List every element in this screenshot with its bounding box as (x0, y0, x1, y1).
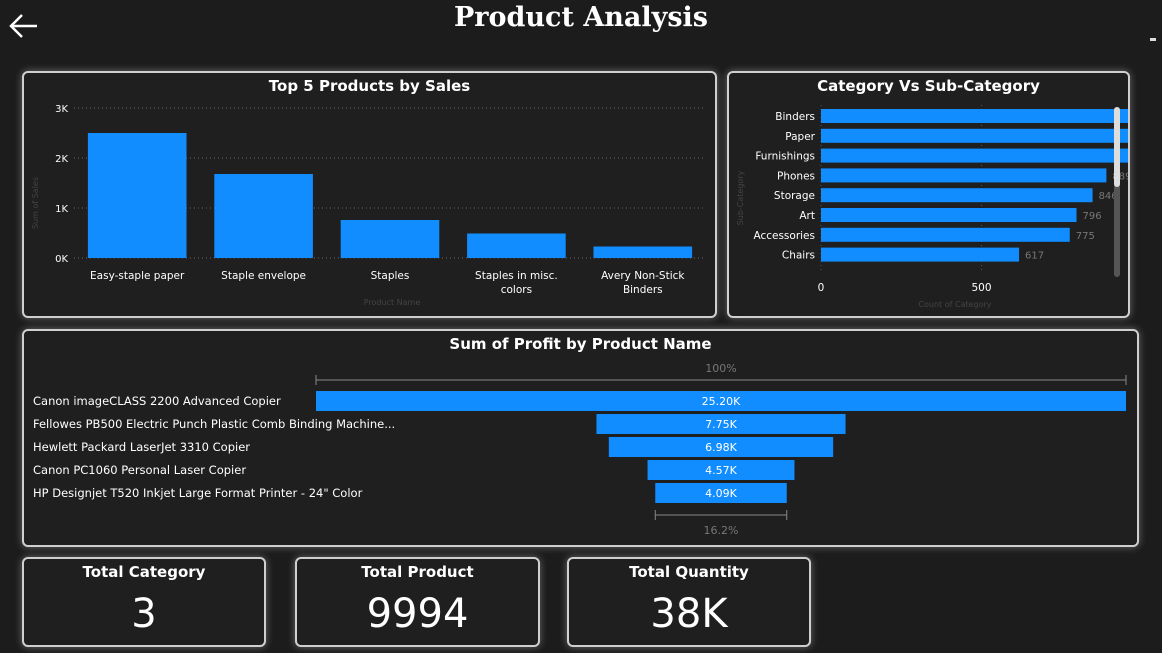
top5-xtick: Staple envelope (221, 270, 306, 282)
category-ytick: Storage (774, 190, 815, 202)
kpi-total-category-title: Total Category (82, 563, 206, 581)
kpi-total-quantity-value: 38K (650, 591, 728, 637)
top5-sales-chart: Sum of Sales Product Name 0K 1K 2K 3K Easy-s… (31, 104, 706, 307)
category-bar (821, 128, 1128, 143)
category-data-label: 796 (1083, 211, 1102, 222)
top5-xtick: colors (501, 284, 532, 296)
top5-xtick: Avery Non-Stick (601, 270, 685, 282)
profit-funnel-chart: 100% 16.2% 25.20K Canon imageCLASS 2200 A… (33, 362, 1127, 537)
category-ytick: Paper (785, 131, 815, 143)
top5-xtick: Staples (371, 270, 410, 282)
category-ytick: Chairs (782, 250, 815, 262)
kpi-total-product[interactable]: Total Product 9994 (295, 557, 540, 647)
category-bar (821, 208, 1077, 222)
top5-xtick: Staples in misc. (475, 270, 558, 282)
top5-ytick: 2K (55, 154, 68, 165)
profit-data-label: 4.09K (705, 487, 737, 500)
top5-bar (467, 233, 566, 258)
profit-category-label: HP Designjet T520 Inkjet Large Format Pr… (33, 486, 363, 500)
category-bar (821, 188, 1093, 203)
top5-ylabel: Sum of Sales (31, 177, 40, 229)
category-ytick: Accessories (753, 230, 815, 242)
top5-xlabel: Product Name (364, 298, 421, 307)
category-ytick: Furnishings (755, 151, 815, 163)
kpi-total-quantity[interactable]: Total Quantity 38K (567, 557, 811, 647)
kpi-total-quantity-title: Total Quantity (629, 563, 749, 581)
top5-ytick: 1K (55, 204, 68, 215)
profit-data-label: 7.75K (705, 418, 737, 431)
category-ytick: Binders (775, 111, 815, 123)
top5-xtick: Easy-staple paper (90, 270, 185, 282)
top5-bar (87, 133, 187, 258)
category-bar (821, 247, 1020, 262)
profit-data-label: 25.20K (702, 395, 741, 408)
category-xtick: 1,000 (1127, 282, 1128, 294)
category-xlabel: Count of Category (918, 300, 991, 309)
profit-category-label: Canon imageCLASS 2200 Advanced Copier (33, 394, 281, 408)
kpi-total-category[interactable]: Total Category 3 (22, 557, 266, 647)
category-scroll-thumb[interactable] (1114, 107, 1120, 187)
minimize-mark (1150, 38, 1156, 41)
top5-xtick: Binders (623, 284, 663, 296)
page-title: Product Analysis (453, 2, 709, 33)
category-bar (821, 227, 1070, 242)
profit-card[interactable]: Sum of Profit by Product Name 100% 16.2%… (22, 329, 1139, 547)
kpi-total-product-title: Total Product (361, 563, 474, 581)
profit-category-label: Hewlett Packard LaserJet 3310 Copier (33, 440, 250, 454)
profit-data-label: 4.57K (705, 464, 737, 477)
kpi-total-category-value: 3 (131, 591, 157, 637)
top5-ytick: 3K (55, 104, 68, 115)
category-chart: Sub-Category Count of Category 0 500 1,000… (736, 105, 1128, 309)
category-scrollbar[interactable] (1114, 107, 1120, 277)
category-ytick: Art (799, 210, 815, 222)
profit-data-label: 6.98K (705, 441, 737, 454)
profit-category-label: Canon PC1060 Personal Laser Copier (33, 463, 246, 477)
profit-category-label: Fellowes PB500 Electric Punch Plastic Co… (33, 417, 395, 431)
category-bar (821, 148, 1128, 163)
category-card[interactable]: Category Vs Sub-Category Sub-Category Co… (727, 71, 1130, 318)
category-xtick: 0 (818, 282, 825, 294)
top5-bar (214, 174, 313, 258)
profit-top-pct: 100% (705, 362, 736, 375)
category-ytick: Phones (777, 170, 815, 182)
category-ylabel: Sub-Category (736, 170, 745, 225)
category-xtick: 500 (971, 282, 991, 294)
category-bar (821, 109, 1128, 123)
top5-sales-card[interactable]: Top 5 Products by Sales Sum of Sales Pro… (22, 71, 717, 318)
category-data-label: 617 (1025, 251, 1044, 262)
top5-bar (340, 220, 440, 258)
kpi-total-product-value: 9994 (366, 591, 469, 637)
top5-ytick: 0K (55, 254, 68, 265)
category-bar (821, 168, 1107, 183)
profit-bottom-pct: 16.2% (704, 524, 739, 537)
top5-bar (593, 246, 693, 258)
category-data-label: 775 (1076, 231, 1095, 242)
